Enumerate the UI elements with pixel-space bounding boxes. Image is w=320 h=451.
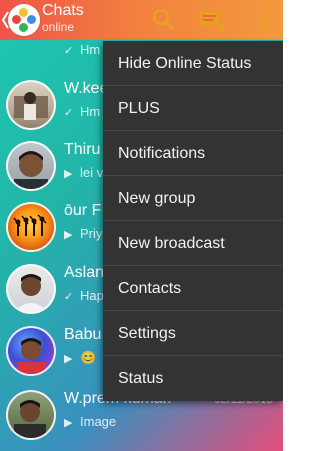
chat-name: ōur F — [64, 202, 102, 219]
delivered-arrow-icon: ▶ — [64, 168, 73, 180]
menu-item-plus[interactable]: PLUS — [103, 86, 283, 131]
read-tick-icon: ✓ — [64, 107, 74, 119]
contact-avatar — [6, 264, 56, 314]
chat-name: W.kee — [64, 80, 109, 97]
chat-name: Aslan — [64, 264, 105, 281]
person-photo-icon — [14, 92, 48, 120]
menu-item-contacts[interactable]: Contacts — [103, 266, 283, 311]
chat-preview: ✓ Hm — [64, 42, 101, 57]
menu-item-new-group[interactable]: New group — [103, 176, 283, 221]
chat-name: Babu — [64, 326, 102, 343]
contact-avatar — [6, 141, 56, 191]
online-status-subtitle: online — [42, 20, 75, 34]
contact-avatar — [6, 326, 56, 376]
menu-item-notifications[interactable]: Notifications — [103, 131, 283, 176]
person-photo-icon — [14, 151, 48, 189]
chat-name: Thiru — [64, 141, 101, 158]
menu-item-settings[interactable]: Settings — [103, 311, 283, 356]
delivered-arrow-icon: ▶ — [64, 353, 73, 365]
search-icon[interactable] — [150, 6, 176, 32]
read-tick-icon: ✓ — [64, 291, 74, 303]
overflow-menu-icon[interactable] — [258, 6, 274, 34]
contact-avatar — [6, 390, 56, 440]
delivered-arrow-icon: ▶ — [64, 417, 73, 429]
chat-preview: ▶ Priy — [64, 226, 103, 241]
action-bar: Chats online — [0, 0, 283, 40]
contact-avatar — [6, 80, 56, 130]
screen-title: Chats — [42, 2, 84, 19]
dancers-silhouette-icon — [13, 214, 47, 236]
chat-preview: ✓ Hm — [64, 104, 101, 119]
person-photo-icon — [17, 338, 45, 374]
chat-preview: ✓ Hap — [64, 288, 104, 303]
contact-avatar — [6, 202, 56, 252]
chats-screen: ✓ Hm W.kee ✓ Hm Thiru ▶ lei v ōur F ▶ Pr… — [0, 0, 283, 451]
menu-item-status[interactable]: Status — [103, 356, 283, 401]
menu-item-new-broadcast[interactable]: New broadcast — [103, 221, 283, 266]
menu-item-hide-online-status[interactable]: Hide Online Status — [103, 41, 283, 86]
person-photo-icon — [14, 274, 48, 312]
app-logo[interactable] — [8, 4, 40, 36]
delivered-arrow-icon: ▶ — [64, 229, 73, 241]
chat-preview: ▶ 😊 — [64, 350, 97, 365]
person-photo-icon — [14, 400, 46, 438]
read-tick-icon: ✓ — [64, 45, 74, 57]
chat-preview: ▶ Image — [64, 414, 117, 429]
overflow-menu: Hide Online Status PLUS Notifications Ne… — [103, 41, 283, 401]
compose-icon[interactable] — [198, 6, 228, 34]
chat-preview: ▶ lei v — [64, 165, 104, 180]
